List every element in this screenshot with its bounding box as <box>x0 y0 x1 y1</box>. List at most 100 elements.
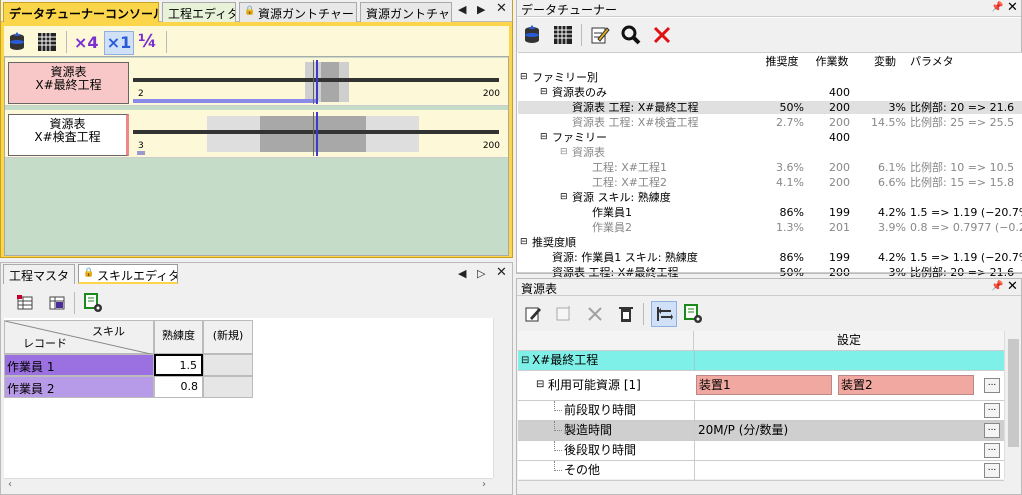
property-row[interactable]: 前段取り時間... <box>518 401 1004 421</box>
tab-scroll-left-icon[interactable]: ◀ <box>458 3 466 16</box>
new-cell[interactable] <box>203 376 253 398</box>
tab-scroll-right-icon[interactable]: ▷ <box>477 267 485 280</box>
pin-icon[interactable]: 📌 <box>991 2 1003 13</box>
collapse-icon[interactable]: ⊟ <box>520 236 528 249</box>
row-header-worker-1[interactable]: 作業員 1 <box>4 354 154 376</box>
scroll-thumb[interactable] <box>1008 339 1019 447</box>
tuner-row[interactable]: 資源表 工程: X#検査工程 2.7% 200 14.5% 比例部: 25 => 25.… <box>518 116 1022 129</box>
grid-icon[interactable] <box>36 31 58 53</box>
browse-button[interactable]: ... <box>984 378 1000 393</box>
tab-process-editor[interactable]: 工程エディタ <box>162 2 236 22</box>
tuner-row[interactable]: 資源: 作業員1 スキル: 熟練度 86% 199 4.2% 1.5 => 1.19 (… <box>518 251 1022 264</box>
column-header-jobs[interactable]: 作業数 <box>810 53 854 70</box>
grid-icon[interactable] <box>552 24 574 46</box>
tuner-row[interactable]: 資源表 工程: X#最終工程 50% 200 3% 比例部: 20 => 21.6 <box>518 101 1022 114</box>
console-row[interactable]: 資源表 X#最終工程 2 200 <box>5 58 508 106</box>
collapse-icon[interactable]: ⊟ <box>560 191 568 204</box>
database-icon[interactable] <box>6 31 28 53</box>
property-row[interactable]: 後段取り時間... <box>518 441 1004 461</box>
max-tick: 200 <box>482 89 500 99</box>
current-marker[interactable] <box>316 112 318 156</box>
tab-data-tuner-console[interactable]: データチューナーコンソール <box>3 2 159 22</box>
new-cell[interactable] <box>203 354 253 376</box>
group-row[interactable]: ⊟ X#最終工程 <box>518 351 1004 371</box>
collapse-icon[interactable]: ⊟ <box>540 131 548 144</box>
table-refresh-icon[interactable] <box>46 292 68 314</box>
trash-icon[interactable] <box>615 303 637 325</box>
swap-icon[interactable] <box>651 301 677 327</box>
tuner-row[interactable]: 工程: X#工程2 4.1% 200 6.6% 比例部: 15 => 15.8 <box>518 176 1022 189</box>
collapse-icon[interactable]: ⊟ <box>536 371 544 399</box>
column-header-new[interactable]: (新規) <box>203 320 253 354</box>
tuner-cell-rec: 4.1% <box>776 176 804 189</box>
tab-resource-gantt-2[interactable]: 資源ガントチャー <box>360 2 452 22</box>
available-resources-row[interactable]: ⊟ 利用可能資源 [1] 装置1 装置2 ... <box>518 371 1004 401</box>
tuner-row[interactable]: ⊟ ファミリー 400 <box>518 131 1022 144</box>
tuner-row[interactable]: 作業員2 1.3% 201 3.9% 0.8 => 0.7977 (−0.2 <box>518 221 1022 234</box>
delete-icon[interactable] <box>584 303 606 325</box>
new-item-icon[interactable] <box>553 303 575 325</box>
property-label: 製造時間 <box>564 423 613 437</box>
proficiency-cell-worker-1[interactable]: 1.5 <box>154 354 203 376</box>
settings-sheet-icon[interactable] <box>682 303 704 325</box>
close-icon[interactable]: ✕ <box>1007 279 1018 294</box>
row-header-worker-2[interactable]: 作業員 2 <box>4 376 154 398</box>
tuner-row[interactable]: ⊟ 資源表のみ 400 <box>518 86 1022 99</box>
property-row[interactable]: 製造時間 20M/P (分/数量)... <box>518 421 1004 441</box>
collapse-icon[interactable]: ⊟ <box>520 71 528 84</box>
browse-button[interactable]: ... <box>984 423 1000 438</box>
tab-process-master[interactable]: 工程マスタ <box>3 264 75 284</box>
pin-icon[interactable]: 📌 <box>991 281 1003 292</box>
edit-icon[interactable] <box>522 303 544 325</box>
tuner-row[interactable]: 工程: X#工程1 3.6% 200 6.1% 比例部: 10 => 10.5 <box>518 161 1022 174</box>
device-chip-1[interactable]: 装置1 <box>696 375 832 395</box>
tab-skill-editor[interactable]: 🔒 スキルエディタ <box>78 264 178 284</box>
column-header-recommendation[interactable]: 推奨度 <box>758 53 806 70</box>
close-icon[interactable]: ✕ <box>496 1 507 16</box>
zoom-x1-button[interactable]: ×1 <box>104 31 134 55</box>
horizontal-scrollbar[interactable] <box>4 478 493 493</box>
proficiency-cell-worker-2[interactable]: 0.8 <box>154 376 203 398</box>
search-icon[interactable] <box>620 24 642 46</box>
collapse-icon[interactable]: ⊟ <box>540 86 548 99</box>
property-value[interactable]: 20M/P (分/数量) <box>698 421 788 440</box>
vertical-scrollbar[interactable] <box>493 318 509 478</box>
tab-scroll-left-icon[interactable]: ◀ <box>458 267 466 280</box>
settings-sheet-icon[interactable] <box>82 292 104 314</box>
edit-icon[interactable] <box>589 24 611 46</box>
collapse-icon[interactable]: ⊟ <box>560 146 568 159</box>
tuner-hscroll[interactable] <box>517 272 1021 273</box>
zoom-x4-button[interactable]: ×4 <box>74 33 99 52</box>
table-edit-icon[interactable] <box>14 292 36 314</box>
tab-scroll-right-icon[interactable]: ▶ <box>477 3 485 16</box>
property-label: その他 <box>564 463 601 477</box>
browse-button[interactable]: ... <box>984 443 1000 458</box>
delete-icon[interactable] <box>651 24 673 46</box>
tuner-row[interactable]: 作業員1 86% 199 4.2% 1.5 => 1.19 (−20.7%) <box>518 206 1022 219</box>
scroll-left-icon[interactable]: ‹ <box>8 479 12 490</box>
current-marker[interactable] <box>316 60 318 104</box>
database-icon[interactable] <box>521 24 543 46</box>
close-icon[interactable]: ✕ <box>496 265 507 280</box>
tuner-row[interactable]: ⊟ 資源 スキル: 熟練度 <box>518 191 1022 204</box>
tuner-row[interactable]: ⊟ 推奨度順 <box>518 236 1022 249</box>
scroll-right-icon[interactable]: › <box>482 479 486 490</box>
tuner-row-name: 資源表のみ <box>552 86 607 99</box>
vertical-scrollbar[interactable] <box>1004 331 1021 479</box>
tuner-row-name: 作業員2 <box>592 221 632 234</box>
tuner-row[interactable]: ⊟ ファミリー別 <box>518 71 1022 84</box>
console-row[interactable]: 資源表 X#検査工程 3 200 <box>5 110 508 158</box>
browse-button[interactable]: ... <box>984 463 1000 478</box>
tuner-row[interactable]: ⊟ 資源表 <box>518 146 1022 159</box>
zoom-quarter-button[interactable]: ¼ <box>138 31 157 52</box>
column-divider <box>694 461 695 481</box>
browse-button[interactable]: ... <box>984 403 1000 418</box>
tab-resource-gantt[interactable]: 🔒 資源ガントチャート <box>239 2 357 22</box>
close-icon[interactable]: ✕ <box>1007 0 1018 15</box>
collapse-icon[interactable]: ⊟ <box>521 351 529 370</box>
column-header-proficiency[interactable]: 熟練度 <box>154 320 203 354</box>
column-header-parameter[interactable]: パラメタ <box>910 53 970 70</box>
column-header-variation[interactable]: 変動 <box>862 53 908 70</box>
device-chip-2[interactable]: 装置2 <box>838 375 974 395</box>
property-row[interactable]: その他... <box>518 461 1004 481</box>
